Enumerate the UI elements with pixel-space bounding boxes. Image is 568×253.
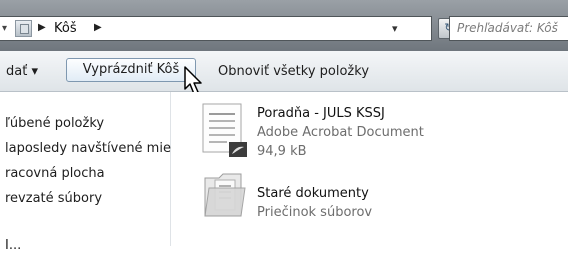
breadcrumb-chevron-icon[interactable]: ▶ (94, 22, 102, 33)
empty-recycle-bin-button[interactable]: Vyprázdniť Kôš (66, 58, 196, 82)
folder-type: Priečinok súborov (257, 205, 373, 220)
search-placeholder: Prehľadávať: Kôš (457, 21, 558, 35)
command-bar: dať ▾ Vyprázdniť Kôš Obnoviť všetky polo… (0, 51, 568, 92)
search-input[interactable]: Prehľadávať: Kôš (449, 16, 568, 41)
pdf-document-icon (202, 103, 247, 157)
folder-icon (204, 173, 246, 217)
breadcrumb-recycle-bin[interactable]: Kôš (54, 21, 77, 36)
folder-name: Staré dokumenty (257, 186, 369, 201)
nav-item-recent-places[interactable]: laposledy navštívené mie (5, 141, 171, 156)
restore-all-items-button[interactable]: Obnoviť všetky položky (218, 64, 369, 79)
file-type: Adobe Acrobat Document (257, 125, 424, 140)
file-name: Poradňa - JULS KSSJ (257, 106, 385, 121)
history-dropdown-icon[interactable]: ▾ (2, 23, 7, 34)
nav-item-favorites[interactable]: ľúbené položky (5, 116, 104, 131)
breadcrumb-separator-icon[interactable]: ▶ (38, 22, 46, 33)
address-dropdown-icon[interactable]: ▾ (392, 22, 398, 35)
file-list: Poradňa - JULS KSSJ Adobe Acrobat Docume… (171, 92, 568, 246)
address-bar[interactable]: ▾ ▶ Kôš ▶ ▾ (0, 16, 432, 41)
nav-item-downloads[interactable]: revzaté súbory (5, 191, 102, 206)
file-size: 94,9 kB (257, 144, 307, 159)
navigation-pane: ľúbené položky laposledy navštívené mie … (0, 92, 171, 253)
organize-button[interactable]: dať ▾ (6, 64, 38, 79)
address-bar-area: ▾ ▶ Kôš ▶ ▾ ↻ Prehľadávať: Kôš (0, 0, 568, 51)
nav-item-desktop[interactable]: racovná plocha (5, 166, 105, 181)
recycle-bin-icon (15, 20, 32, 37)
